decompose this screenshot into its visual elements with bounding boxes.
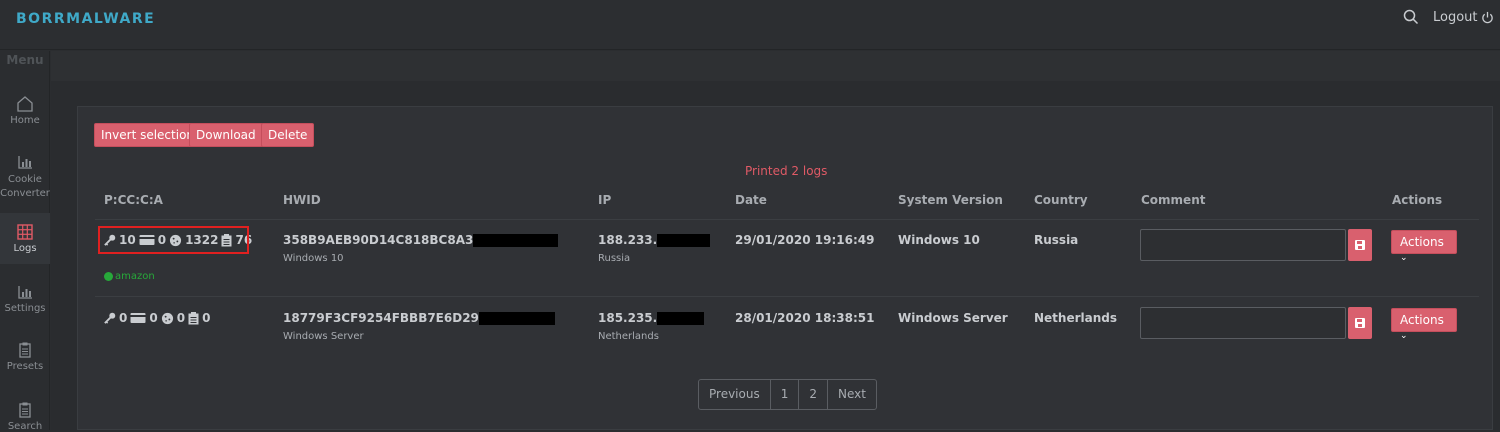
bar-chart-icon (18, 156, 32, 169)
logout-label: Logout (1433, 10, 1478, 25)
ip-cell: 188.233. (598, 233, 711, 247)
sidebar-item-settings[interactable]: Settings (0, 283, 50, 314)
power-icon (1481, 11, 1493, 24)
sidebar-item-home[interactable]: Home (0, 95, 50, 126)
header-system-version: System Version (898, 193, 1003, 207)
key-icon (104, 312, 116, 324)
hwid-os: Windows 10 (283, 253, 344, 264)
row-divider (95, 219, 1479, 220)
country-cell: Netherlands (1034, 311, 1118, 325)
hwid-cell: 358B9AEB90D14C818BC8A3 (283, 233, 559, 247)
top-bar: BORRMALWARE Logout (0, 0, 1500, 50)
log-stats: 0 0 0 0 (103, 311, 210, 325)
clipboard-icon (19, 342, 31, 358)
card-count: 0 (149, 311, 158, 325)
status-text: Printed 2 logs (745, 164, 828, 178)
system-version-cell: Windows 10 (898, 233, 980, 247)
sidebar-item-search[interactable]: Search (0, 401, 50, 432)
ip-country: Netherlands (598, 331, 659, 342)
actions-dropdown[interactable]: Actions ⌄ (1391, 308, 1457, 341)
header-pccca: P:CC:C:A (104, 193, 163, 207)
header-date: Date (735, 193, 767, 207)
invert-selection-button[interactable]: Invert selection (94, 123, 202, 147)
ip-value: 185.235. (598, 311, 658, 325)
bar-chart-icon (18, 286, 32, 299)
comment-input[interactable] (1140, 229, 1346, 261)
actions-dropdown[interactable]: Actions ⌄ (1391, 230, 1457, 263)
sidebar: Menu Home Cookie Converter Logs Settings (0, 51, 50, 432)
pagination-previous[interactable]: Previous (699, 380, 771, 409)
cookie-count: 0 (176, 311, 186, 325)
sidebar-item-cookie-converter[interactable]: Cookie Converter (0, 153, 50, 201)
header-comment: Comment (1141, 193, 1206, 207)
clipboard-icon (188, 311, 199, 324)
country-cell: Russia (1034, 233, 1079, 247)
home-icon (17, 96, 33, 112)
header-ip: IP (598, 193, 612, 207)
delete-button[interactable]: Delete (261, 123, 315, 147)
sidebar-item-label: Settings (4, 303, 46, 314)
ip-country: Russia (598, 253, 631, 264)
comment-input[interactable] (1140, 307, 1346, 339)
redaction-bar (657, 234, 711, 247)
save-comment-button[interactable] (1348, 229, 1372, 261)
hwid-value: 18779F3CF9254FBBB7E6D29 (283, 311, 479, 325)
chevron-down-icon: ⌄ (1400, 331, 1408, 341)
date-cell: 29/01/2020 19:16:49 (735, 233, 875, 247)
brand-logo[interactable]: BORRMALWARE (16, 11, 155, 27)
sidebar-item-label: Presets (6, 361, 44, 372)
sidebar-item-label: Cookie Converter (0, 174, 50, 199)
tag-label: amazon (115, 271, 155, 282)
ip-value: 188.233. (598, 233, 658, 247)
autofill-count: 0 (202, 311, 211, 325)
sidebar-item-logs[interactable]: Logs (0, 213, 50, 264)
sidebar-item-label: Search (7, 421, 43, 432)
pagination-next[interactable]: Next (828, 380, 876, 409)
system-version-cell: Windows Server (898, 311, 1008, 325)
hwid-value: 358B9AEB90D14C818BC8A3 (283, 233, 474, 247)
tag-dot-icon (104, 272, 113, 281)
actions-label: Actions (1400, 235, 1444, 249)
sidebar-item-label: Home (10, 115, 40, 126)
save-comment-button[interactable] (1348, 307, 1372, 339)
credit-card-icon (130, 313, 146, 323)
cookie-icon (161, 312, 173, 324)
save-icon (1355, 318, 1365, 328)
stats-highlight-box (98, 226, 249, 254)
pagination-page-1[interactable]: 1 (771, 380, 800, 409)
sub-header-strip (51, 51, 1500, 81)
logout-button[interactable]: Logout (1433, 10, 1494, 25)
redaction-bar (478, 312, 555, 325)
header-actions: Actions (1392, 193, 1443, 207)
grid-icon (17, 224, 33, 240)
hwid-os: Windows Server (283, 331, 364, 342)
clipboard-icon (19, 402, 31, 418)
redaction-bar (473, 234, 559, 247)
header-hwid: HWID (283, 193, 321, 207)
ip-cell: 185.235. (598, 311, 705, 325)
search-icon[interactable] (1403, 9, 1419, 25)
amazon-tag: amazon (104, 271, 155, 282)
pagination: Previous 1 2 Next (698, 379, 877, 410)
save-icon (1355, 240, 1365, 250)
sidebar-item-label: Logs (13, 243, 37, 254)
row-divider (95, 296, 1479, 297)
download-button[interactable]: Download (189, 123, 263, 147)
actions-label: Actions (1400, 313, 1444, 327)
password-count: 0 (119, 311, 128, 325)
sidebar-item-presets[interactable]: Presets (0, 341, 50, 372)
chevron-down-icon: ⌄ (1400, 253, 1408, 263)
pagination-page-2[interactable]: 2 (799, 380, 828, 409)
redaction-bar (657, 312, 705, 325)
header-country: Country (1034, 193, 1088, 207)
menu-label: Menu (6, 53, 44, 67)
hwid-cell: 18779F3CF9254FBBB7E6D29 (283, 311, 555, 325)
date-cell: 28/01/2020 18:38:51 (735, 311, 875, 325)
